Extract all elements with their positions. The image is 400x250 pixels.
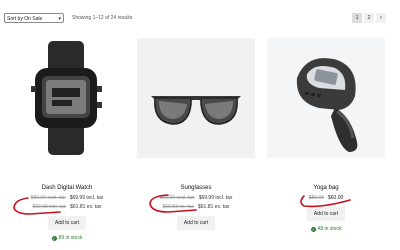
chevron-right-icon[interactable]: › [376,13,386,23]
product-card: Sunglasses $80.00 excl. tax $69.99 incl.… [137,38,255,230]
page-1-button[interactable]: 1 [352,13,362,23]
price-row: $69.99 incl. tax $61.81 ex. tax [8,204,126,210]
product-title[interactable]: Sunglasses [137,185,255,192]
stock-status: ✓ 89 in stock [8,235,126,241]
product-image-barcode-scanner[interactable] [267,38,385,158]
price-old: $80.00 [308,195,324,201]
price-old: $69.83 ex. tax [162,204,194,210]
price-row: $80.00 $60.00 [267,195,385,201]
product-image-watch[interactable] [8,38,126,158]
stock-label: 48 in stock [317,226,342,232]
price-old: $80.00 excl. tax [30,195,66,201]
price-new: $69.99 incl. tax [198,195,233,201]
price-new: $61.81 ex. tax [198,204,230,210]
add-to-cart-button[interactable]: Add to cart [47,216,87,230]
product-image-sunglasses[interactable] [137,38,255,158]
price-row: $80.00 excl. tax $69.99 incl. tax [137,195,255,201]
sort-select-value: Sort by On Sale [7,16,43,22]
stock-status: ✓ 48 in stock [267,226,385,232]
product-title[interactable]: Yoga bag [267,185,385,192]
check-icon: ✓ [51,235,57,241]
page-2-button[interactable]: 2 [364,13,374,23]
price-row: $69.83 ex. tax $61.81 ex. tax [137,204,255,210]
price-row: $80.00 excl. tax $69.99 incl. tax [8,195,126,201]
chevron-down-icon: ▾ [58,16,61,22]
price-old: $69.99 incl. tax [32,204,67,210]
product-card: Dash Digital Watch $80.00 excl. tax $69.… [8,38,126,241]
pagination: 1 2 › [352,13,386,23]
product-title[interactable]: Dash Digital Watch [8,185,126,192]
add-to-cart-button[interactable]: Add to cart [176,216,216,230]
price-new: $60.00 [328,195,344,201]
price-old: $80.00 excl. tax [159,195,195,201]
add-to-cart-button[interactable]: Add to cart [306,207,346,221]
result-count: Showing 1–12 of 24 results [72,15,133,21]
price-new: $61.81 ex. tax [70,204,102,210]
stock-label: 89 in stock [58,235,83,241]
price-new: $69.99 incl. tax [69,195,104,201]
shop-toolbar: Sort by On Sale ▾ Showing 1–12 of 24 res… [4,13,386,25]
check-icon: ✓ [310,226,316,232]
product-card: Yoga bag $80.00 $60.00 Add to cart ✓ 48 … [267,38,385,232]
sort-select[interactable]: Sort by On Sale ▾ [4,13,64,23]
